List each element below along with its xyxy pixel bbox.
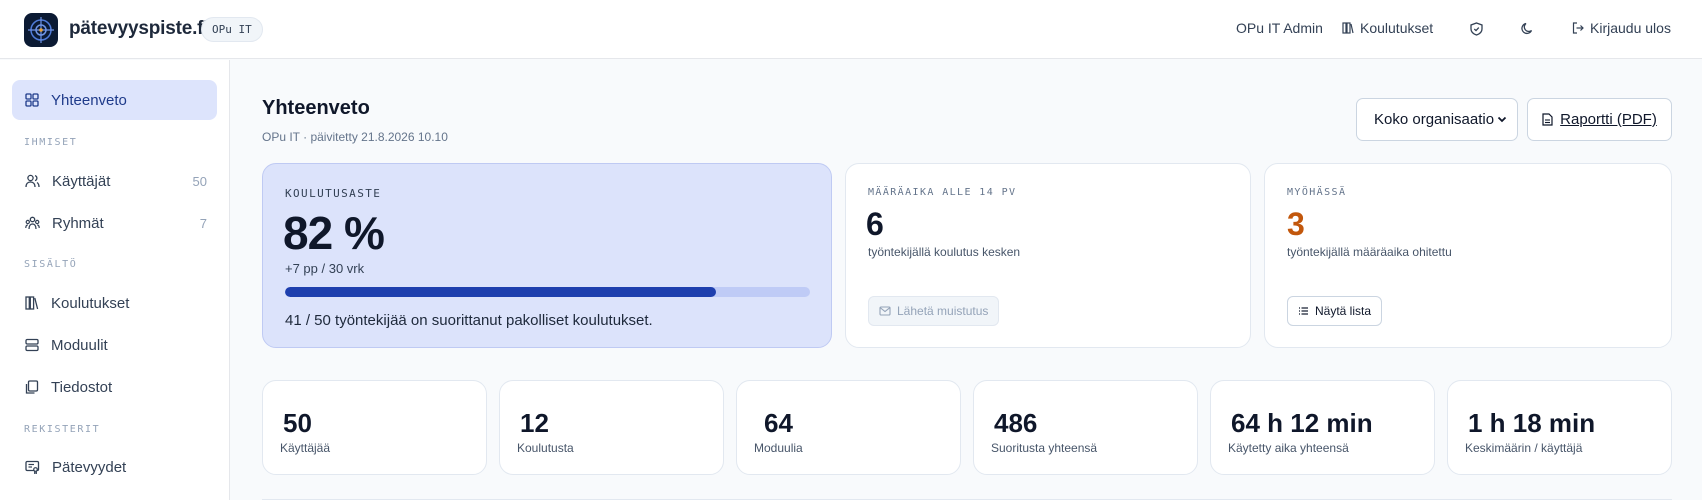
overdue-label: MYÖHÄSSÄ	[1287, 187, 1347, 198]
files-icon	[25, 380, 39, 394]
sidebar-item-overview[interactable]: Yhteenveto	[12, 80, 217, 120]
sidebar-item-groups[interactable]: Ryhmät 7	[12, 203, 217, 243]
sidebar-item-label: Tiedostot	[51, 378, 113, 396]
show-list-button[interactable]: Näytä lista	[1287, 296, 1383, 326]
target-icon	[28, 17, 54, 43]
overdue-desc: työntekijällä määräaika ohitettu	[1287, 245, 1452, 259]
top-courses-link[interactable]: Koulutukset	[1342, 20, 1433, 36]
stat-value: 12	[520, 408, 549, 438]
section-label-people: IHMISET	[24, 137, 78, 148]
user-name: OPu IT Admin	[1236, 20, 1323, 36]
training-rate-note: 41 / 50 työntekijää on suorittanut pakol…	[285, 312, 653, 329]
stat-label: Moduulia	[754, 441, 803, 455]
logout-icon	[1572, 22, 1584, 34]
stat-label: Käytetty aika yhteensä	[1228, 441, 1349, 455]
stat-card-time-average: 1 h 18 min Keskimäärin / käyttäjä	[1447, 380, 1672, 475]
chevron-down-icon	[1497, 116, 1507, 123]
app-logo[interactable]	[24, 13, 58, 47]
page-title: Yhteenveto	[262, 97, 370, 119]
moon-icon[interactable]	[1521, 22, 1534, 35]
training-progress-fill	[285, 287, 716, 297]
page-subtitle: OPu IT · päivitetty 21.8.2026 10.10	[262, 130, 448, 144]
user-menu[interactable]: OPu IT Admin	[1236, 20, 1323, 36]
stat-card-modules: 64 Moduulia	[736, 380, 961, 475]
training-rate-card: KOULUTUSASTE 82 % +7 pp / 30 vrk 41 / 50…	[262, 163, 832, 348]
sidebar-item-label: Pätevyydet	[52, 458, 127, 476]
group-icon	[25, 216, 40, 230]
stack-icon	[25, 338, 39, 352]
org-badge: OPu IT	[201, 17, 263, 42]
users-count: 50	[192, 173, 207, 189]
overdue-card: MYÖHÄSSÄ 3 työntekijällä määräaika ohite…	[1264, 163, 1672, 348]
training-rate-value: 82 %	[283, 207, 385, 259]
sidebar-item-users[interactable]: Käyttäjät 50	[12, 161, 217, 201]
section-label-registers: REKISTERIT	[24, 424, 101, 435]
overdue-value: 3	[1287, 206, 1305, 242]
stat-value: 64 h 12 min	[1231, 408, 1373, 438]
list-icon	[1299, 307, 1308, 315]
scope-select[interactable]: Koko organisaatio	[1356, 98, 1518, 141]
dashboard-icon	[25, 93, 39, 107]
sidebar-item-modules[interactable]: Moduulit	[12, 325, 217, 365]
stat-card-completions: 486 Suoritusta yhteensä	[973, 380, 1198, 475]
sidebar-item-label: Ryhmät	[52, 214, 104, 232]
training-progress-bar	[285, 287, 810, 297]
logout-button[interactable]: Kirjaudu ulos	[1572, 20, 1671, 36]
library-icon	[25, 296, 39, 310]
books-icon	[1342, 22, 1354, 34]
sidebar-item-courses[interactable]: Koulutukset	[12, 283, 217, 323]
stat-value: 486	[994, 408, 1038, 438]
sidebar-item-label: Yhteenveto	[51, 91, 127, 109]
stat-label: Käyttäjää	[280, 441, 331, 455]
users-icon	[25, 174, 40, 188]
send-reminder-button[interactable]: Lähetä muistutus	[868, 296, 1000, 326]
stat-card-users: 50 Käyttäjää	[262, 380, 487, 475]
stat-label: Keskimäärin / käyttäjä	[1465, 441, 1583, 455]
sidebar-item-files[interactable]: Tiedostot	[12, 367, 217, 407]
top-bar: pätevyyspiste.fi OPu IT OPu IT Admin Kou…	[0, 0, 1702, 59]
groups-count: 7	[199, 215, 207, 231]
deadline-card: MÄÄRÄAIKA ALLE 14 PV 6 työntekijällä kou…	[845, 163, 1251, 348]
scope-select-value: Koko organisaatio	[1374, 111, 1495, 128]
training-rate-label: KOULUTUSASTE	[285, 187, 382, 200]
mail-icon	[879, 306, 891, 316]
sidebar: Yhteenveto IHMISET Käyttäjät 50 Ryhmät 7…	[0, 60, 230, 500]
top-courses-label: Koulutukset	[1360, 20, 1434, 36]
sidebar-item-label: Moduulit	[51, 336, 108, 354]
certificate-icon	[25, 460, 40, 474]
section-label-content: SISÄLTÖ	[24, 259, 78, 270]
report-pdf-button[interactable]: Raportti (PDF)	[1527, 98, 1672, 141]
brand-name[interactable]: pätevyyspiste.fi	[69, 18, 209, 40]
send-reminder-label: Lähetä muistutus	[897, 304, 989, 318]
deadline-value: 6	[866, 206, 884, 242]
sidebar-item-label: Käyttäjät	[52, 172, 111, 190]
stat-value: 64	[764, 408, 793, 438]
stat-card-courses: 12 Koulutusta	[499, 380, 724, 475]
report-pdf-label: Raportti (PDF)	[1560, 111, 1657, 128]
sidebar-item-label: Koulutukset	[51, 294, 130, 312]
training-rate-change: +7 pp / 30 vrk	[285, 261, 365, 276]
stat-label: Suoritusta yhteensä	[991, 441, 1098, 455]
sidebar-item-competencies[interactable]: Pätevyydet	[12, 447, 217, 487]
stat-label: Koulutusta	[517, 441, 574, 455]
logout-label: Kirjaudu ulos	[1590, 20, 1671, 36]
deadline-label: MÄÄRÄAIKA ALLE 14 PV	[868, 187, 1017, 198]
show-list-label: Näytä lista	[1315, 304, 1372, 318]
shield-icon[interactable]	[1470, 22, 1483, 36]
deadline-desc: työntekijällä koulutus kesken	[868, 245, 1021, 259]
document-icon	[1542, 113, 1553, 126]
stat-value: 50	[283, 408, 312, 438]
stat-value: 1 h 18 min	[1468, 408, 1596, 438]
stat-card-time-total: 64 h 12 min Käytetty aika yhteensä	[1210, 380, 1435, 475]
